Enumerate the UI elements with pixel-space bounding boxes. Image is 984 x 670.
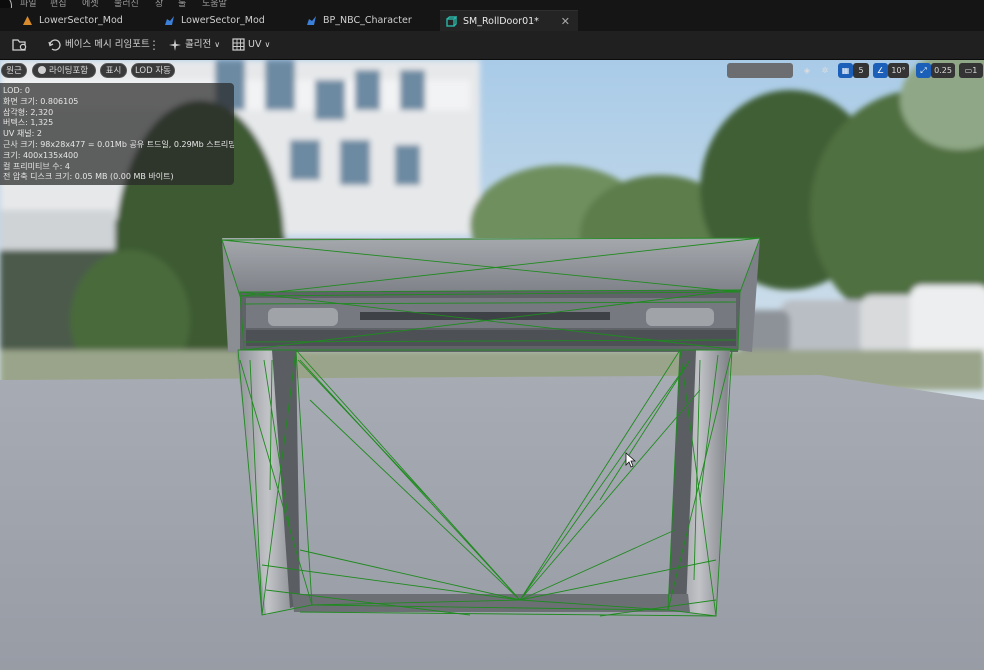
grid-snap-value[interactable]: 5 [853,63,869,78]
menu-edit[interactable]: 편집 [50,0,67,8]
rotation-snap-value[interactable]: 10° [888,63,909,78]
surface-snap-icon[interactable]: ✲ [818,63,832,78]
browse-asset-button[interactable] [12,31,28,59]
stat-line: 크기: 400x135x400 [3,150,79,160]
stat-line: 화면 크기: 0.806105 [3,96,79,106]
grid-snap-icon[interactable]: ▦ [838,63,853,78]
uv-grid-icon [232,38,245,51]
collision-dropdown[interactable]: 콜리전 ∨ [168,31,220,59]
stat-line: 전 압축 디스크 크기: 0.05 MB (0.00 MB 바이트) [3,172,174,182]
menu-window[interactable]: 창 [155,0,163,8]
blueprint-icon [165,16,174,25]
level-icon [23,16,32,25]
lod-auto-button[interactable]: LOD 자동 [131,63,175,78]
lit-sphere-icon [38,66,46,74]
menu-collision[interactable]: 불러진 [114,0,139,8]
tab-bp-nbc-character[interactable]: BP_NBC_Character [300,10,440,31]
unreal-logo-icon[interactable] [0,0,12,8]
menu-file[interactable]: 파일 [20,0,37,8]
menu-bar: 파일 편집 에셋 불러진 창 툴 도움말 [0,0,984,8]
scale-snap-icon[interactable]: ⤢ [916,63,931,78]
tab-sm-rolldoor01[interactable]: SM_RollDoor01* ✕ [440,10,578,31]
perspective-button[interactable]: 원근 [1,63,27,78]
scale-snap-value[interactable]: 0.25 [931,63,955,78]
stat-line: 컬 프리미티브 수: 4 [3,161,70,171]
realtime-icon[interactable]: ◈ [800,63,814,78]
menu-tools[interactable]: 툴 [178,0,186,8]
document-tab-bar: LowerSector_Mod LowerSector_Mod BP_NBC_C… [0,8,984,31]
tab-lowersector-level[interactable]: LowerSector_Mod [16,10,156,31]
mesh-stats-overlay: LOD: 0 화면 크기: 0.806105 삼각형: 2,320 버텍스: 1… [0,83,234,185]
stat-line: 근사 크기: 98x28x477 = 0.01Mb 공유 트드일, 0.29Mb… [3,139,234,149]
asset-toolbar: 베이스 메시 리임포트 ⋮ 콜리전 ∨ UV ∨ [0,31,984,60]
stat-line: LOD: 0 [3,86,30,95]
static-mesh-icon [446,16,457,27]
static-mesh-viewport[interactable]: 원근 라이팅포함 표시 LOD 자동 ◈ ✲ ▦ 5 ∠ 10° ⤢ 0.25 … [0,60,984,670]
blueprint-icon [307,16,316,25]
menu-help[interactable]: 도움말 [202,0,227,8]
viewport-transform-group[interactable] [727,63,793,78]
lit-mode-button[interactable]: 라이팅포함 [32,63,96,78]
close-tab-icon[interactable]: ✕ [561,11,570,32]
rotation-snap-icon[interactable]: ∠ [873,63,888,78]
show-flags-button[interactable]: 표시 [100,63,127,78]
stat-line: UV 채널: 2 [3,129,42,139]
reimport-base-mesh-button[interactable]: 베이스 메시 리임포트 [48,31,150,59]
collision-icon [169,38,181,51]
tab-lowersector-blueprint[interactable]: LowerSector_Mod [158,10,298,31]
more-options-kebab-icon[interactable]: ⋮ [148,31,160,59]
camera-speed-button[interactable]: ▭1 [959,63,983,78]
chevron-down-icon: ∨ [214,40,221,49]
browse-folder-icon [12,38,27,51]
reimport-icon [48,38,61,51]
stat-line: 삼각형: 2,320 [3,107,54,117]
chevron-down-icon: ∨ [264,40,271,49]
menu-asset[interactable]: 에셋 [82,0,99,8]
uv-dropdown[interactable]: UV ∨ [232,31,270,59]
stat-line: 버텍스: 1,325 [3,118,54,128]
